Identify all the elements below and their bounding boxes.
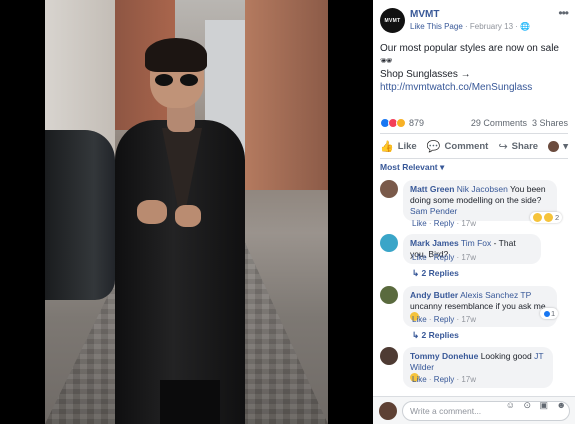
composer-icons[interactable]: ☺ ⊙ ▣ ☻	[506, 400, 569, 411]
view-replies-link[interactable]: ↳ 2 Replies	[412, 330, 459, 341]
comment-composer: Write a comment... ☺ ⊙ ▣ ☻	[373, 396, 575, 424]
comment-actions: Like · Reply · 17w	[412, 253, 477, 262]
avatar[interactable]	[380, 234, 398, 252]
photo-viewer	[0, 0, 373, 424]
man-hair	[145, 38, 207, 72]
thumbs-up-icon: 👍	[380, 140, 394, 153]
post-text-line1: Our most popular styles are now on sale …	[380, 43, 559, 67]
sort-comments-dropdown[interactable]: Most Relevant ▾	[380, 162, 444, 173]
share-icon: ↪	[498, 140, 508, 153]
post-photo[interactable]	[45, 0, 328, 424]
comment-tag[interactable]: Alexis Sanchez TP	[460, 290, 531, 300]
comment-time[interactable]: 17w	[461, 253, 476, 262]
parked-car	[45, 130, 115, 300]
avatar	[548, 140, 560, 152]
like-page-link[interactable]: Like This Page	[410, 22, 463, 31]
sunglasses	[155, 74, 201, 86]
comment-reply-link[interactable]: Reply	[434, 375, 454, 384]
reaction-count: 879	[409, 118, 425, 128]
post-meta: Like This Page · February 13 · 🌐	[410, 22, 530, 31]
globe-icon: · 🌐	[515, 22, 531, 31]
wow-reaction-icon	[544, 213, 553, 222]
comment-icon: 💬	[426, 140, 441, 153]
comments-count-link[interactable]: 29 Comments	[471, 118, 527, 128]
comments-shares: 29 Comments 3 Shares	[471, 118, 568, 128]
post-header: MVMT MVMT Like This Page · February 13 ·…	[380, 6, 570, 34]
comment-item: Matt Green Nik Jacobsen You been doing s…	[380, 180, 568, 230]
comment-text: Looking good	[478, 351, 535, 361]
man-legs	[160, 380, 220, 424]
like-reaction-icon	[543, 309, 551, 318]
comment-actions: Like · Reply · 17w	[412, 315, 477, 324]
comment-reactions[interactable]: 1	[540, 308, 559, 319]
comment-like-link[interactable]: Like	[412, 375, 427, 384]
wow-reaction-icon	[396, 118, 406, 128]
more-dots-icon[interactable]: •••	[558, 6, 569, 20]
comment-item: Andy Butler Alexis Sanchez TP uncanny re…	[380, 286, 568, 342]
actor-selector[interactable]: ▾	[548, 140, 568, 152]
shares-count-link[interactable]: 3 Shares	[532, 118, 568, 128]
comment-reactions[interactable]: 2	[530, 212, 563, 223]
comment-item: Tommy Donehue Looking good JT Wilder Lik…	[380, 347, 568, 388]
avatar[interactable]	[380, 180, 398, 198]
comment-like-link[interactable]: Like	[412, 315, 427, 324]
page-avatar[interactable]: MVMT	[380, 8, 405, 33]
divider	[380, 133, 568, 134]
comment-reply-link[interactable]: Reply	[434, 253, 454, 262]
comment-reaction-count: 2	[555, 213, 560, 222]
man-hand-right	[175, 205, 201, 227]
comment-item: Mark James Tim Fox - That you, Bird? Lik…	[380, 234, 568, 280]
comment-reply-link[interactable]: Reply	[434, 219, 454, 228]
page-name-link[interactable]: MVMT	[410, 9, 439, 20]
like-button[interactable]: 👍 Like	[380, 140, 417, 153]
comment-author[interactable]: Andy Butler	[410, 290, 458, 300]
comment-tag[interactable]: Tim Fox	[461, 238, 491, 248]
haha-reaction-icon	[533, 213, 542, 222]
chevron-down-icon: ▾	[563, 140, 568, 152]
post-sidebar: MVMT MVMT Like This Page · February 13 ·…	[373, 0, 575, 424]
comment-button[interactable]: 💬 Comment	[427, 140, 489, 153]
reactions-summary[interactable]: 879	[380, 118, 424, 128]
post-text-line2: Shop Sunglasses → http://mvmtwatch.co/Me…	[380, 69, 533, 93]
comment-tag[interactable]: Sam Pender	[410, 206, 457, 216]
man-hand-left	[137, 200, 167, 224]
avatar[interactable]	[380, 286, 398, 304]
avatar[interactable]	[380, 347, 398, 365]
comment-tag[interactable]: Nik Jacobsen	[457, 184, 508, 194]
divider	[380, 158, 568, 159]
comment-time[interactable]: 17w	[461, 375, 476, 384]
view-replies-link[interactable]: ↳ 2 Replies	[412, 268, 459, 279]
building-right	[245, 0, 328, 190]
comment-reaction-count: 1	[551, 309, 556, 318]
post-date[interactable]: February 13	[470, 22, 513, 31]
avatar	[379, 402, 397, 420]
comment-time[interactable]: 17w	[461, 219, 476, 228]
comment-like-link[interactable]: Like	[412, 253, 427, 262]
comment-actions: Like · Reply · 17w	[412, 375, 477, 384]
post-actions: 👍 Like 💬 Comment ↪ Share ▾	[380, 136, 568, 156]
share-button[interactable]: ↪ Share	[498, 140, 538, 153]
comment-text: uncanny resemblance if you ask me	[410, 301, 546, 311]
post-stats: 879 29 Comments 3 Shares	[380, 118, 568, 130]
comment-reply-link[interactable]: Reply	[434, 315, 454, 324]
comment-like-link[interactable]: Like	[412, 219, 427, 228]
comment-author[interactable]: Matt Green	[410, 184, 454, 194]
post-text: Our most popular styles are now on sale …	[380, 42, 568, 94]
comment-author[interactable]: Mark James	[410, 238, 459, 248]
meta-separator: ·	[462, 22, 470, 31]
comment-time[interactable]: 17w	[461, 315, 476, 324]
comment-author[interactable]: Tommy Donehue	[410, 351, 478, 361]
comment-actions: Like · Reply · 17w	[412, 219, 477, 228]
post-link[interactable]: http://mvmtwatch.co/MenSunglass	[380, 82, 532, 93]
